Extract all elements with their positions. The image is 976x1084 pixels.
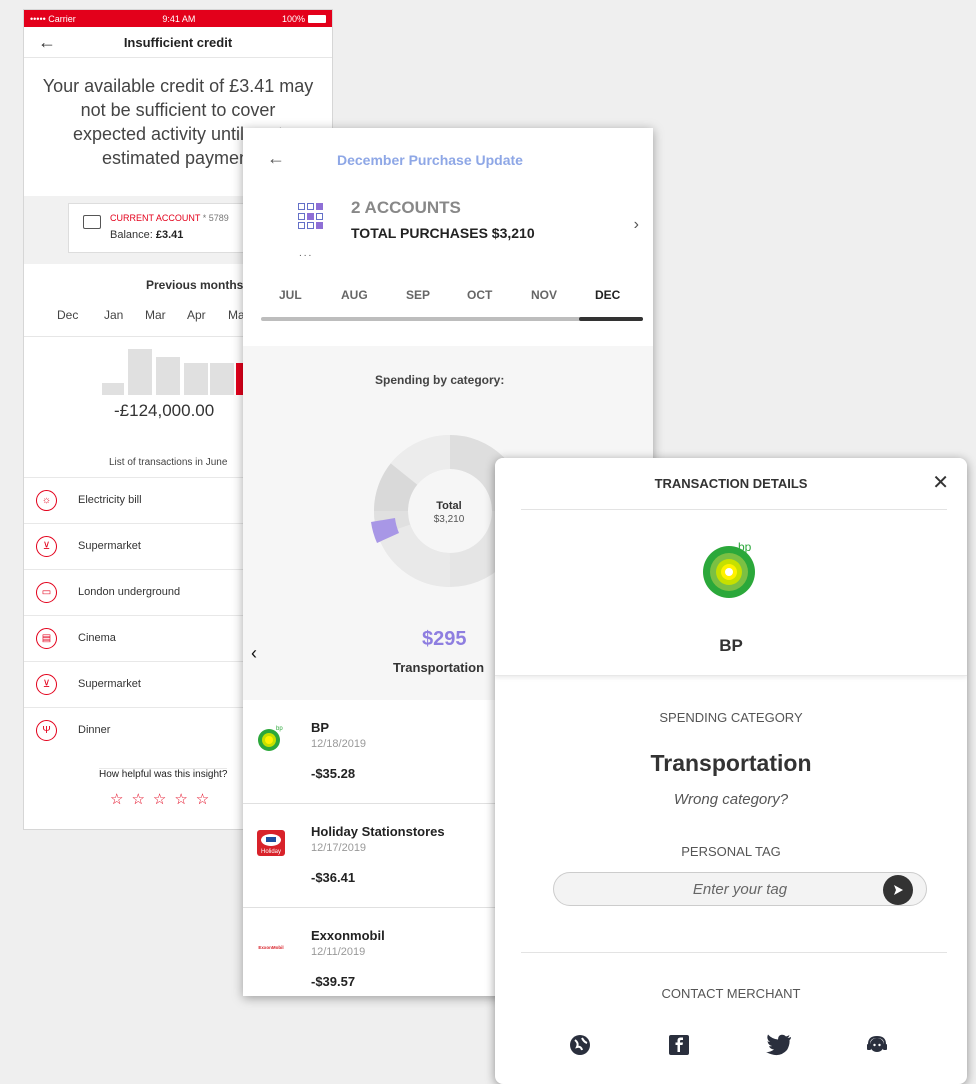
back-arrow-icon[interactable]: ← — [267, 148, 285, 169]
transaction-label: Cinema — [78, 632, 116, 644]
carrier-label: ••••• Carrier — [30, 13, 76, 24]
bp-logo-text: bp — [738, 540, 752, 554]
month-tab[interactable]: Dec — [57, 308, 78, 322]
nav-bar: ← Insufficient credit — [24, 27, 332, 58]
tag-input[interactable] — [554, 873, 926, 905]
spending-bar — [210, 363, 234, 395]
spending-bar — [184, 363, 208, 395]
wrong-category-link[interactable]: Wrong category? — [495, 791, 967, 808]
tab-dec[interactable]: DEC — [595, 288, 620, 302]
account-name: CURRENT ACCOUNT * 5789 — [110, 213, 229, 223]
clock: 9:41 AM — [162, 13, 196, 24]
accounts-grid-icon — [298, 203, 325, 230]
donut-total-value: $3,210 — [433, 514, 465, 525]
highlight-category: Transportation — [393, 660, 485, 675]
account-balance: Balance: £3.41 — [110, 229, 184, 241]
month-tab[interactable]: Mar — [145, 308, 166, 322]
modal-title: TRANSACTION DETAILS — [654, 476, 808, 491]
merchant-amount: -$35.28 — [311, 766, 356, 781]
fork-knife-icon: Ψ — [36, 720, 57, 741]
train-icon: ▭ — [36, 582, 57, 603]
globe-icon[interactable] — [567, 1032, 593, 1058]
svg-text:ExxonMobil: ExxonMobil — [258, 945, 283, 950]
page-title: Insufficient credit — [123, 34, 233, 50]
merchant-name: BP — [311, 720, 330, 735]
svg-text:Holiday: Holiday — [261, 849, 281, 855]
tab-oct[interactable]: OCT — [467, 288, 492, 302]
personal-tag-label: PERSONAL TAG — [681, 844, 781, 859]
close-icon[interactable]: ✕ — [932, 470, 949, 495]
facebook-icon[interactable] — [666, 1032, 692, 1058]
more-dots-icon[interactable]: ... — [299, 248, 313, 259]
transactions-list-title: List of transactions in June — [109, 457, 228, 468]
merchant-name: Holiday Stationstores — [311, 824, 445, 839]
spending-category-title: Spending by category: — [375, 373, 505, 387]
tab-aug[interactable]: AUG — [341, 288, 368, 302]
merchant-date: 12/11/2019 — [311, 946, 366, 958]
support-agent-icon[interactable] — [864, 1032, 890, 1058]
send-arrow-icon — [894, 885, 903, 895]
donut-total-label: Total — [436, 500, 462, 512]
merchant-date: 12/17/2019 — [311, 842, 367, 854]
shopping-cart-icon: ⊻ — [36, 674, 57, 695]
month-scrollbar[interactable] — [261, 317, 643, 321]
transaction-label: Supermarket — [78, 678, 141, 690]
donut-slice[interactable] — [390, 434, 451, 486]
holiday-logo-icon: Holiday — [257, 830, 285, 856]
page-title: December Purchase Update — [337, 152, 523, 168]
contact-merchant-label: CONTACT MERCHANT — [661, 986, 801, 1001]
shopping-cart-icon: ⊻ — [36, 536, 57, 557]
chevron-left-icon[interactable]: ‹ — [251, 643, 257, 664]
accounts-count: 2 ACCOUNTS — [351, 198, 461, 217]
chevron-right-icon[interactable]: › — [634, 216, 639, 234]
month-tab[interactable]: Apr — [187, 308, 206, 322]
clapperboard-icon: ▤ — [36, 628, 57, 649]
star-rating[interactable]: ☆☆☆☆☆ — [110, 790, 217, 808]
spending-category-label: SPENDING CATEGORY — [659, 710, 803, 725]
merchant-name: Exxonmobil — [311, 928, 385, 943]
personal-tag-field[interactable] — [553, 872, 927, 906]
total-purchases: TOTAL PURCHASES $3,210 — [351, 225, 535, 241]
status-bar: ••••• Carrier 9:41 AM 100% — [24, 10, 332, 27]
exxonmobil-logo-icon: ExxonMobil — [258, 945, 283, 950]
battery-icon — [307, 14, 326, 23]
twitter-icon[interactable] — [766, 1032, 792, 1058]
merchant-name: BP — [719, 636, 743, 655]
month-tab[interactable]: Jan — [104, 308, 123, 322]
transaction-details-modal: TRANSACTION DETAILS ✕ bp BP SPENDING CAT… — [495, 458, 967, 1084]
transaction-label: Supermarket — [78, 540, 141, 552]
transaction-label: Dinner — [78, 724, 111, 736]
category-name: Transportation — [650, 750, 812, 776]
svg-text:bp: bp — [276, 726, 283, 732]
tab-nov[interactable]: NOV — [531, 288, 557, 302]
back-arrow-icon[interactable]: ← — [38, 32, 56, 53]
wallet-icon — [83, 215, 101, 229]
account-card[interactable]: CURRENT ACCOUNT * 5789 Balance: £3.41 — [68, 203, 268, 253]
social-links — [495, 1032, 967, 1062]
merchant-amount: -$39.57 — [311, 974, 356, 989]
battery-percent: 100% — [281, 13, 305, 24]
highlight-amount: $295 — [422, 628, 467, 650]
divider — [521, 509, 947, 510]
spending-amount: -£124,000.00 — [114, 401, 215, 420]
scroll-thumb[interactable] — [579, 317, 643, 321]
merchant-date: 12/18/2019 — [311, 738, 367, 750]
spending-bar — [156, 357, 180, 395]
transaction-label: London underground — [78, 586, 181, 598]
transaction-label: Electricity bill — [78, 494, 142, 506]
helpful-prompt: How helpful was this insight? — [99, 768, 228, 780]
bp-logo-icon: bp — [258, 726, 283, 751]
header: ← December Purchase Update — [243, 128, 653, 190]
tab-jul[interactable]: JUL — [279, 288, 302, 302]
spending-bar — [102, 383, 124, 395]
donut-slice[interactable] — [373, 463, 418, 512]
tab-sep[interactable]: SEP — [406, 288, 430, 302]
lightbulb-icon: ☼ — [36, 490, 57, 511]
divider — [521, 952, 947, 953]
donut-slice[interactable] — [377, 523, 451, 588]
send-arrow-button[interactable] — [883, 875, 913, 905]
spending-bar — [128, 349, 152, 395]
merchant-amount: -$36.41 — [311, 870, 356, 885]
battery-indicator: 100% — [282, 14, 326, 24]
